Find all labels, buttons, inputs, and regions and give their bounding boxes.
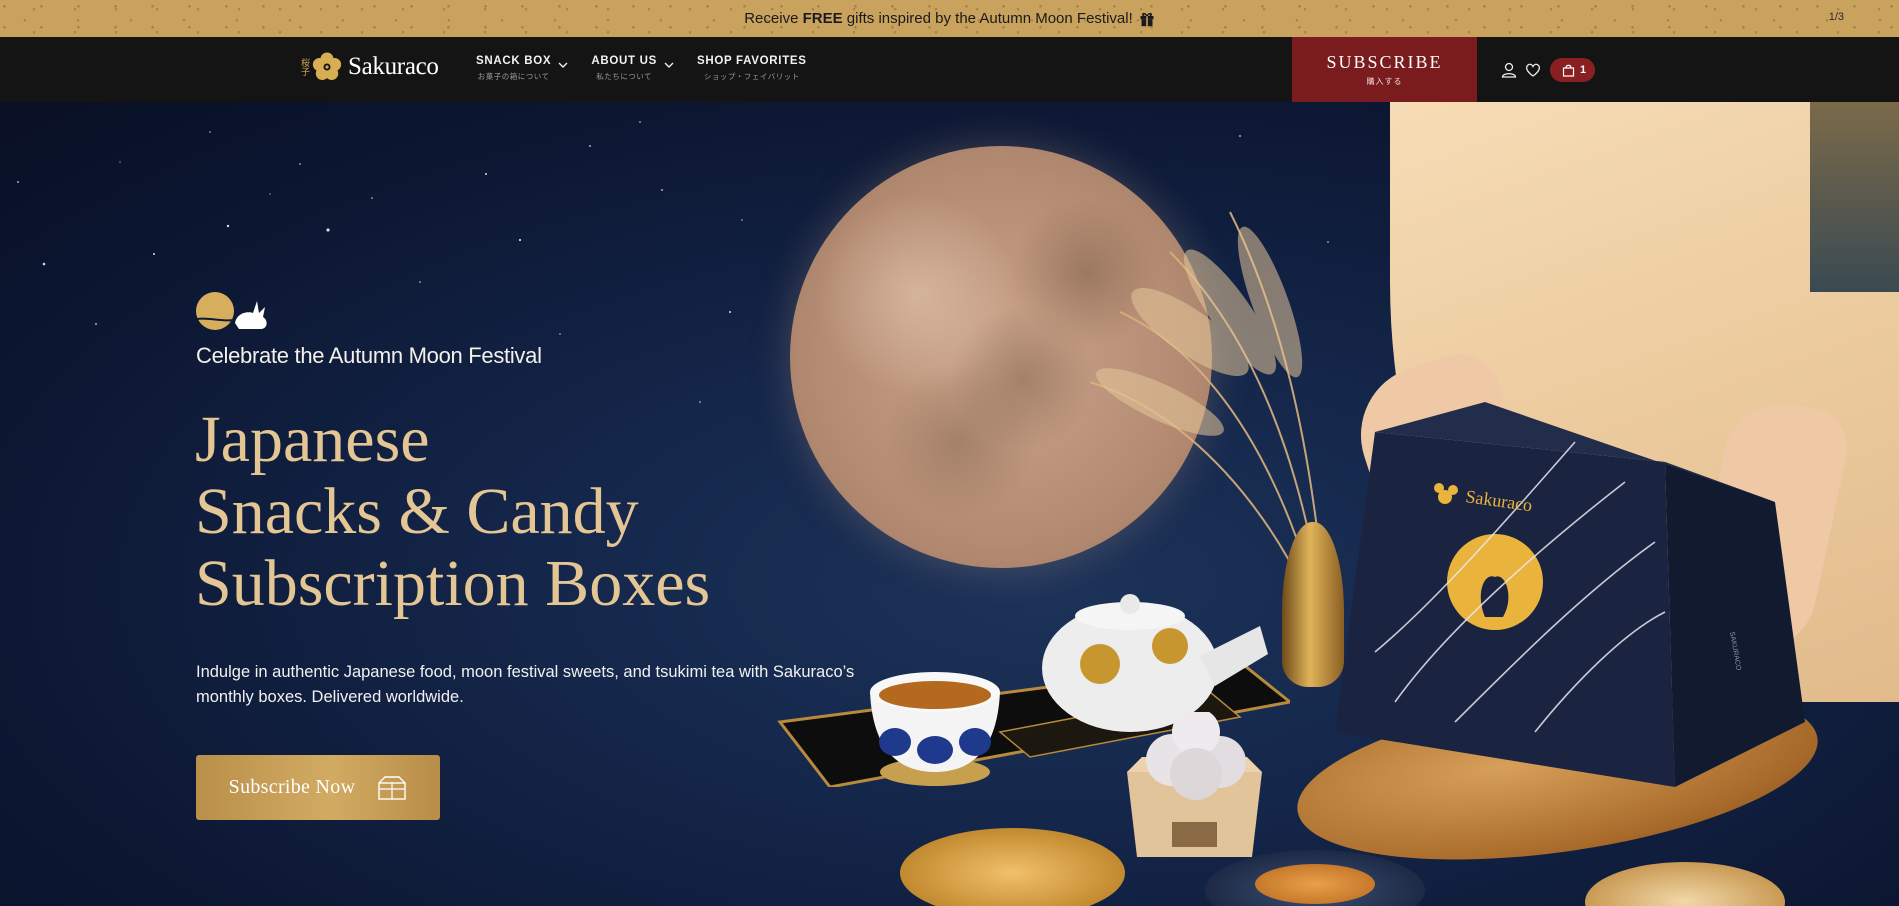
announcement-text: Receive FREE gifts inspired by the Autum… [744,10,1133,27]
nav-snack-box-sublabel: お菓子の箱について [477,72,550,81]
chevron-down-icon [558,62,568,68]
gift-box-icon [378,775,407,800]
subscribe-now-button[interactable]: Subscribe Now [196,755,440,820]
site-header: 桜子 Sakuraco SNACK BOX お菓子の箱について ABOUT US… [0,37,1899,102]
moon-rabbit-icon [196,292,267,330]
sakura-flower-icon [312,52,342,80]
hero-headline-line-1: Japanese [195,403,430,476]
chevron-down-icon [664,62,674,68]
shopping-bag-icon [1562,64,1575,77]
hero-headline-line-2: Snacks & Candy [195,475,639,548]
nav-about-us[interactable]: ABOUT US 私たちについて [591,55,675,82]
header-icons: 1 [1500,58,1596,82]
nav-about-us-sublabel: 私たちについて [596,72,653,81]
hero-description: Indulge in authentic Japanese food, moon… [196,663,855,706]
logo-wordmark: Sakuraco [348,53,439,80]
subscribe-button-label: SUBSCRIBE [1326,52,1443,72]
nav-shop-favorites-sublabel: ショップ・フェイバリット [703,72,800,81]
dango-sweets-image [1127,712,1262,857]
heart-icon[interactable] [1524,61,1542,79]
user-icon[interactable] [1500,61,1518,79]
hero-headline-line-3: Subscription Boxes [195,547,711,620]
logo[interactable]: 桜子 Sakuraco [300,51,439,83]
hero-section: Sakuraco SAKURACO Celebrate the Autumn M… [0,102,1899,906]
cart-button[interactable]: 1 [1550,58,1596,82]
nav-shop-favorites-label: SHOP FAVORITES [696,55,807,67]
announcement-bar: Receive FREE gifts inspired by the Autum… [0,0,1899,37]
subscribe-button[interactable]: SUBSCRIBE 購入する [1292,37,1477,102]
gift-icon [1140,12,1154,26]
subscribe-button-sublabel: 購入する [1366,77,1403,86]
sakuraco-box-image: Sakuraco SAKURACO [1335,402,1805,787]
subscribe-now-label: Subscribe Now [228,776,356,798]
main-nav: SNACK BOX お菓子の箱について ABOUT US 私たちについて SHO… [476,55,829,82]
announcement-pager[interactable]: 1/3 [1829,11,1844,23]
nav-snack-box-label: SNACK BOX [476,55,552,67]
hero-headline: Japanese Snacks & Candy Subscription Box… [195,404,815,620]
logo-kanji: 桜子 [300,58,310,76]
cart-count: 1 [1580,64,1587,76]
nav-shop-favorites[interactable]: SHOP FAVORITES ショップ・フェイバリット [697,55,807,82]
nav-snack-box[interactable]: SNACK BOX お菓子の箱について [476,55,569,82]
hero-eyebrow: Celebrate the Autumn Moon Festival [196,343,542,368]
nav-about-us-label: ABOUT US [591,55,657,67]
